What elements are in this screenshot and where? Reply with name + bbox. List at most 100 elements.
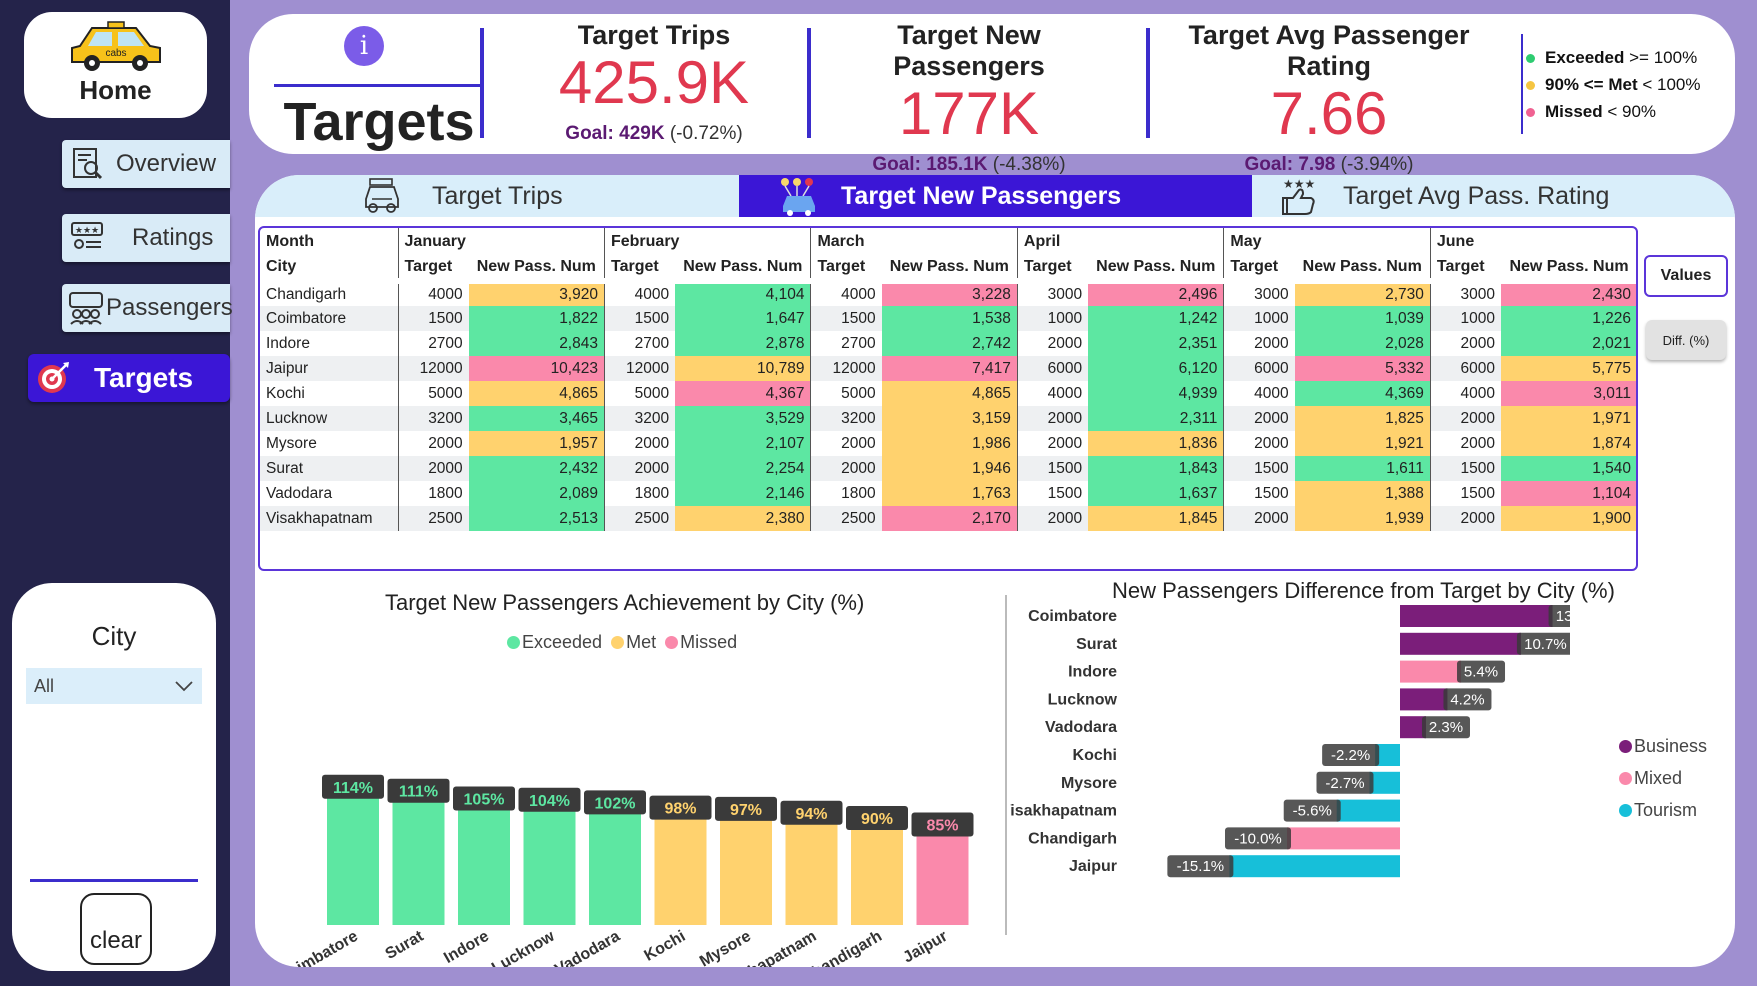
home-button[interactable]: cabs Home: [24, 12, 207, 118]
new-pass-cell: 2,513: [468, 506, 605, 531]
target-cell: 2500: [397, 506, 469, 531]
row-header: Month: [266, 233, 314, 250]
legend-item: Mixed: [1615, 762, 1707, 794]
table-row: Mysore 2000 1,957 2000 2,107 2000 1,986 2000 1,8…: [260, 431, 1636, 456]
target-cell: 1500: [603, 306, 676, 331]
data-label: -15.1%: [1177, 858, 1225, 875]
tab-label: Target New Passengers: [841, 181, 1122, 210]
new-pass-cell: 4,104: [675, 281, 811, 306]
achievement-chart-legend: Exceeded Met Missed: [503, 632, 737, 653]
target-cell: 2500: [810, 506, 882, 531]
target-cell: 2700: [810, 331, 882, 356]
table-row: Visakhapatnam 2500 2,513 2500 2,380 2500 2,170…: [260, 506, 1636, 531]
target-cell: 3000: [1429, 281, 1502, 306]
diff-toggle-button[interactable]: Diff. (%): [1646, 320, 1726, 360]
data-label: 90%: [861, 811, 893, 828]
kpi-target-trips: Target Trips 425.9K Goal: 429K (-0.72%): [519, 20, 789, 145]
target-cell: 3000: [1016, 281, 1089, 306]
new-pass-cell: 4,369: [1294, 381, 1431, 406]
table-row: Indore 2700 2,843 2700 2,878 2700 2,742 2000 2,3…: [260, 331, 1636, 356]
city-cell: Coimbatore: [260, 306, 399, 331]
target-cell: 4000: [1016, 381, 1089, 406]
kpi-target-avg-rating: Target Avg Passenger Rating 7.66 Goal: 7…: [1154, 20, 1504, 176]
taxi-logo-icon: cabs: [70, 21, 161, 71]
legend-met: 90% <= Met < 100%: [1526, 71, 1700, 98]
difference-bar: [1400, 660, 1462, 683]
category-label: Surat: [383, 927, 428, 963]
target-cell: 2000: [810, 431, 882, 456]
target-cell: 3200: [603, 406, 676, 431]
difference-bar: [1400, 605, 1553, 627]
target-cell: 1800: [810, 481, 882, 506]
table-row: Lucknow 3200 3,465 3200 3,529 3200 3,159 2000 2,…: [260, 406, 1636, 431]
month-header: January: [397, 228, 605, 256]
city-cell: Kochi: [266, 384, 305, 402]
target-cell: 2000: [1223, 506, 1295, 531]
city-filter-panel: City All clear: [12, 583, 216, 971]
target-cell: 2000: [603, 456, 676, 481]
new-pass-cell: 1,388: [1294, 481, 1431, 506]
kpi-goal: Goal: 429K (-0.72%): [565, 123, 743, 144]
city-cell: Vadodara: [266, 484, 333, 502]
status-legend: Exceeded >= 100% 90% <= Met < 100% Misse…: [1526, 44, 1700, 125]
month-header: April: [1016, 228, 1224, 256]
data-label: 114%: [333, 780, 373, 797]
city-cell: Visakhapatnam: [260, 506, 399, 531]
new-pass-cell: 5,332: [1294, 356, 1431, 381]
tab-target-avg-pass-rating[interactable]: ★★★ Target Avg Pass. Rating: [1255, 175, 1735, 217]
city-dropdown[interactable]: All: [26, 668, 202, 704]
thumbs-up-stars-icon: ★★★: [1282, 177, 1315, 215]
target-col-header: Target: [1016, 256, 1089, 281]
tab-target-trips[interactable]: Target Trips: [360, 175, 750, 217]
separator: [807, 28, 811, 138]
table-row: Kochi 5000 4,865 5000 4,367 5000 4,865 4000 4,93…: [260, 381, 1636, 406]
new-pass-cell: 1,763: [881, 481, 1018, 506]
legend-item: Missed: [661, 632, 737, 652]
info-icon[interactable]: i: [344, 26, 384, 66]
legend-missed: Missed < 90%: [1526, 98, 1700, 125]
new-pass-cell: 1,039: [1294, 306, 1431, 331]
data-label: 111%: [399, 784, 438, 801]
clear-filters-button[interactable]: clear: [80, 893, 152, 965]
new-pass-cell: 1,540: [1501, 456, 1636, 481]
tab-label: Target Avg Pass. Rating: [1343, 181, 1610, 210]
page-title: Targets: [274, 84, 484, 153]
new-pass-cell: 1,538: [881, 306, 1018, 331]
target-cell: 3000: [1223, 281, 1295, 306]
data-label: 10.7%: [1524, 636, 1567, 653]
target-cell: 5000: [603, 381, 676, 406]
nav-passengers-button[interactable]: Passengers: [62, 284, 233, 332]
target-cell: 1800: [397, 481, 469, 506]
new-pass-cell: 3,228: [881, 281, 1018, 306]
new-pass-cell: 2,351: [1088, 331, 1224, 356]
nav-ratings-button[interactable]: ★★★ Ratings: [62, 214, 230, 262]
city-cell: Indore: [266, 334, 310, 352]
target-icon: [34, 359, 72, 397]
new-pass-cell: 2,430: [1501, 281, 1636, 306]
nav-overview-button[interactable]: Overview: [62, 140, 230, 188]
new-pass-cell: 1,843: [1088, 456, 1224, 481]
values-toggle-button[interactable]: Values: [1644, 255, 1728, 297]
nav-targets-button[interactable]: Targets: [28, 354, 230, 402]
target-cell: 4000: [1223, 381, 1295, 406]
new-passenger-car-icon: [781, 178, 815, 216]
new-pass-cell: 10,423: [468, 356, 605, 381]
target-cell: 2700: [603, 331, 676, 356]
chart-divider: [1005, 595, 1007, 935]
target-cell: 1000: [1223, 306, 1295, 331]
legend-item: Tourism: [1615, 794, 1707, 826]
legend-exceeded: Exceeded >= 100%: [1526, 44, 1700, 71]
achievement-bar: [327, 776, 379, 925]
data-label: -2.7%: [1325, 775, 1364, 792]
target-col-header: Target: [603, 256, 676, 281]
kpi-target-new-passengers: Target New Passengers 177K Goal: 185.1K …: [819, 20, 1119, 176]
new-pass-cell: 3,920: [468, 281, 605, 306]
tab-target-new-passengers[interactable]: Target New Passengers: [739, 175, 1252, 217]
city-filter-title: City: [91, 621, 137, 651]
category-label: Vadodara: [552, 928, 623, 967]
month-header: March: [810, 228, 1018, 256]
city-cell: Mysore: [266, 434, 317, 452]
new-pass-cell: 1,946: [881, 456, 1018, 481]
new-pass-cell: 2,028: [1294, 331, 1431, 356]
category-label: Jaipur: [1069, 858, 1117, 875]
